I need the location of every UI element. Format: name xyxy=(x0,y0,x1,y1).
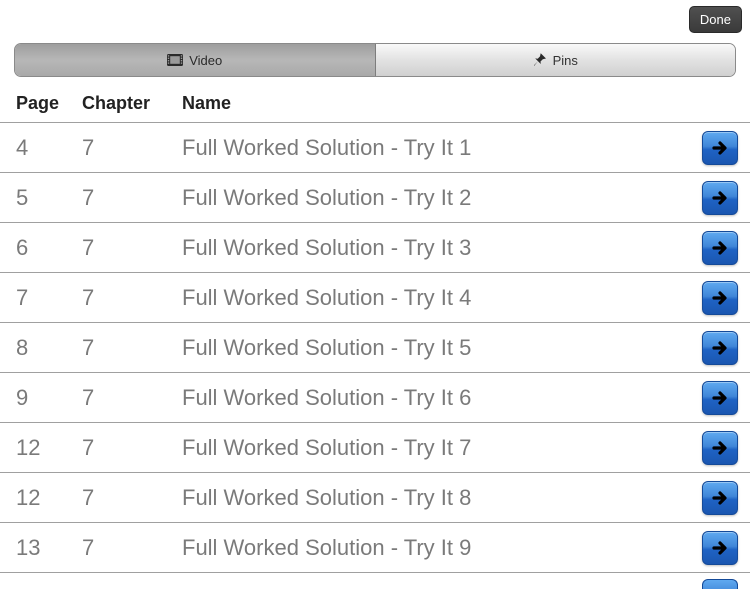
cell-name: Full Worked Solution - Try It 8 xyxy=(182,485,702,511)
col-header-page: Page xyxy=(16,93,82,114)
cell-page: 8 xyxy=(16,335,82,361)
cell-name: Full Worked Solution - Try It 3 xyxy=(182,235,702,261)
arrow-right-icon xyxy=(710,388,730,408)
table-row: 57Full Worked Solution - Try It 2 xyxy=(0,173,750,223)
cell-name: Full Worked Solution - Try It 7 xyxy=(182,435,702,461)
table-row: 127Full Worked Solution - Try It 8 xyxy=(0,473,750,523)
go-button[interactable] xyxy=(702,131,738,165)
pin-icon xyxy=(533,53,547,67)
film-icon xyxy=(167,54,183,66)
cell-chapter: 7 xyxy=(82,385,182,411)
cell-chapter: 7 xyxy=(82,435,182,461)
go-button[interactable] xyxy=(702,281,738,315)
go-button[interactable] xyxy=(702,531,738,565)
tab-video-label: Video xyxy=(189,53,222,68)
cell-chapter: 7 xyxy=(82,535,182,561)
arrow-right-icon xyxy=(710,488,730,508)
cell-page: 4 xyxy=(16,135,82,161)
cell-page: 5 xyxy=(16,185,82,211)
cell-name: Full Worked Solution - Try It 5 xyxy=(182,335,702,361)
cell-chapter: 7 xyxy=(82,135,182,161)
table-row: 127Full Worked Solution - Try It 7 xyxy=(0,423,750,473)
table-body: 47Full Worked Solution - Try It 157Full … xyxy=(0,122,750,587)
table-row-partial xyxy=(0,573,750,587)
table-row: 77Full Worked Solution - Try It 4 xyxy=(0,273,750,323)
table-row: 97Full Worked Solution - Try It 6 xyxy=(0,373,750,423)
go-button[interactable] xyxy=(702,381,738,415)
segmented-control: Video Pins xyxy=(14,43,736,77)
tab-pins-label: Pins xyxy=(553,53,578,68)
arrow-right-icon xyxy=(710,288,730,308)
cell-name: Full Worked Solution - Try It 1 xyxy=(182,135,702,161)
table-row: 67Full Worked Solution - Try It 3 xyxy=(0,223,750,273)
tab-pins[interactable]: Pins xyxy=(376,44,736,76)
cell-page: 7 xyxy=(16,285,82,311)
cell-chapter: 7 xyxy=(82,335,182,361)
cell-chapter: 7 xyxy=(82,235,182,261)
done-button[interactable]: Done xyxy=(689,6,742,33)
go-button[interactable] xyxy=(702,579,738,589)
cell-name: Full Worked Solution - Try It 2 xyxy=(182,185,702,211)
cell-name: Full Worked Solution - Try It 4 xyxy=(182,285,702,311)
arrow-right-icon xyxy=(710,238,730,258)
arrow-right-icon xyxy=(710,438,730,458)
arrow-right-icon xyxy=(710,138,730,158)
arrow-right-icon xyxy=(710,538,730,558)
cell-name: Full Worked Solution - Try It 6 xyxy=(182,385,702,411)
col-header-chapter: Chapter xyxy=(82,93,182,114)
topbar: Done xyxy=(0,0,750,33)
cell-chapter: 7 xyxy=(82,285,182,311)
cell-page: 12 xyxy=(16,485,82,511)
tab-video[interactable]: Video xyxy=(15,44,376,76)
cell-chapter: 7 xyxy=(82,485,182,511)
go-button[interactable] xyxy=(702,331,738,365)
cell-page: 9 xyxy=(16,385,82,411)
arrow-right-icon xyxy=(710,188,730,208)
cell-page: 13 xyxy=(16,535,82,561)
col-header-name: Name xyxy=(182,93,734,114)
go-button[interactable] xyxy=(702,181,738,215)
table-row: 47Full Worked Solution - Try It 1 xyxy=(0,123,750,173)
table-header: Page Chapter Name xyxy=(0,87,750,122)
go-button[interactable] xyxy=(702,481,738,515)
arrow-right-icon xyxy=(710,338,730,358)
cell-name: Full Worked Solution - Try It 9 xyxy=(182,535,702,561)
go-button[interactable] xyxy=(702,231,738,265)
cell-page: 12 xyxy=(16,435,82,461)
table-row: 87Full Worked Solution - Try It 5 xyxy=(0,323,750,373)
table-row: 137Full Worked Solution - Try It 9 xyxy=(0,523,750,573)
cell-page: 6 xyxy=(16,235,82,261)
cell-chapter: 7 xyxy=(82,185,182,211)
go-button[interactable] xyxy=(702,431,738,465)
